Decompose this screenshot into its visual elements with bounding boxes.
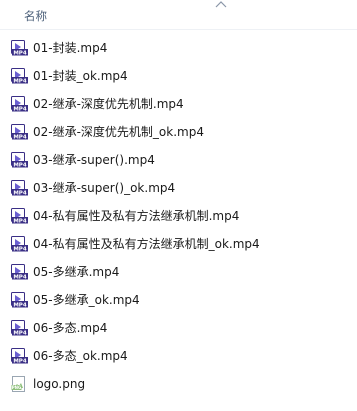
file-name: 06-多态_ok.mp4 [33,349,128,363]
file-name: 04-私有属性及私有方法继承机制.mp4 [33,209,240,223]
mp4-file-icon: MP4 [11,180,29,196]
name-column-header[interactable]: 名称 [24,8,47,24]
file-name: 01-封装.mp4 [33,41,108,55]
file-name: 01-封装_ok.mp4 [33,69,128,83]
mp4-file-icon: MP4 [11,124,29,140]
file-list: MP4 01-封装.mp4 MP4 01-封装_ok.mp4 MP4 02-继承-深度优先… [0,34,357,398]
mp4-file-icon: MP4 [11,348,29,364]
file-name: 02-继承-深度优先机制_ok.mp4 [33,125,204,139]
svg-text:MP4: MP4 [13,50,27,56]
file-row[interactable]: MP4 04-私有属性及私有方法继承机制.mp4 [0,202,357,230]
file-row[interactable]: MP4 03-继承-super()_ok.mp4 [0,174,357,202]
file-row[interactable]: MP4 06-多态.mp4 [0,314,357,342]
file-name: 05-多继承.mp4 [33,265,120,279]
svg-text:MP4: MP4 [13,162,27,168]
file-name: 04-私有属性及私有方法继承机制_ok.mp4 [33,237,260,251]
file-name: logo.png [33,377,86,391]
svg-text:MP4: MP4 [13,358,27,364]
mp4-file-icon: MP4 [11,96,29,112]
mp4-file-icon: MP4 [11,68,29,84]
column-header: 名称 [0,0,357,30]
file-row[interactable]: MP4 04-私有属性及私有方法继承机制_ok.mp4 [0,230,357,258]
file-row[interactable]: MP4 06-多态_ok.mp4 [0,342,357,370]
svg-text:MP4: MP4 [13,274,27,280]
file-name: 03-继承-super().mp4 [33,153,155,167]
svg-text:MP4: MP4 [13,246,27,252]
file-name: 03-继承-super()_ok.mp4 [33,181,176,195]
file-name: 05-多继承_ok.mp4 [33,293,140,307]
svg-text:MP4: MP4 [13,330,27,336]
file-name: 02-继承-深度优先机制.mp4 [33,97,184,111]
svg-text:MP4: MP4 [13,218,27,224]
file-row[interactable]: MP4 01-封装.mp4 [0,34,357,62]
svg-text:MP4: MP4 [13,302,27,308]
file-row[interactable]: MP4 01-封装_ok.mp4 [0,62,357,90]
mp4-file-icon: MP4 [11,236,29,252]
png-file-icon: PNG [11,376,29,392]
file-row[interactable]: MP4 02-继承-深度优先机制_ok.mp4 [0,118,357,146]
svg-text:MP4: MP4 [13,106,27,112]
mp4-file-icon: MP4 [11,264,29,280]
file-row[interactable]: MP4 05-多继承_ok.mp4 [0,286,357,314]
mp4-file-icon: MP4 [11,208,29,224]
mp4-file-icon: MP4 [11,320,29,336]
chevron-up-icon [215,1,227,8]
file-name: 06-多态.mp4 [33,321,108,335]
file-row[interactable]: MP4 03-继承-super().mp4 [0,146,357,174]
mp4-file-icon: MP4 [11,152,29,168]
mp4-file-icon: MP4 [11,292,29,308]
file-row[interactable]: PNG logo.png [0,370,357,398]
svg-text:PNG: PNG [12,385,22,390]
svg-text:MP4: MP4 [13,78,27,84]
svg-text:MP4: MP4 [13,134,27,140]
mp4-file-icon: MP4 [11,40,29,56]
svg-text:MP4: MP4 [13,190,27,196]
file-row[interactable]: MP4 02-继承-深度优先机制.mp4 [0,90,357,118]
file-explorer: 名称 MP4 01-封装.mp4 MP4 01-封装_ok.mp4 MP4 02-继承-深… [0,0,357,411]
file-row[interactable]: MP4 05-多继承.mp4 [0,258,357,286]
